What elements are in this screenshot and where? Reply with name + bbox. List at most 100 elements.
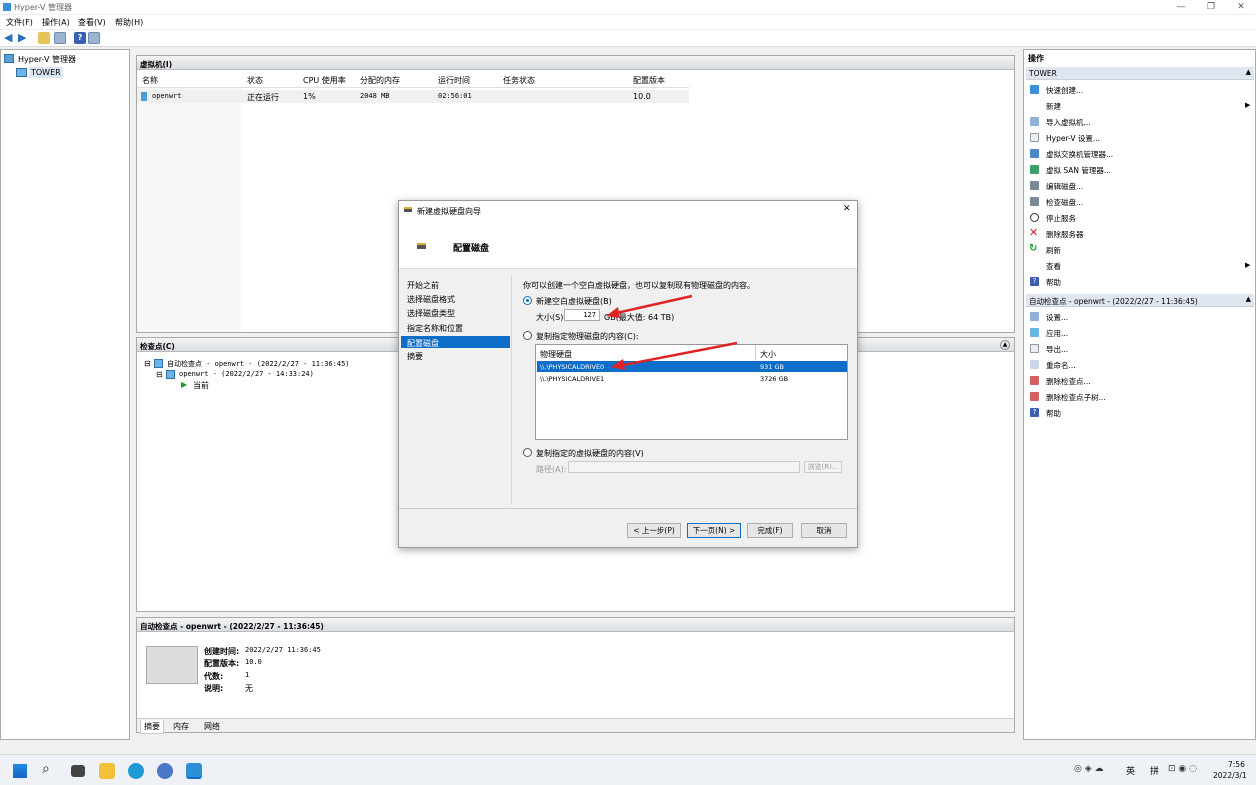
- app-icon: [3, 3, 11, 11]
- table-row[interactable]: \\.\PHYSICALDRIVE0 931 GB: [537, 361, 847, 372]
- action-item[interactable]: Hyper-V 设置...: [1046, 133, 1100, 144]
- task-view-icon[interactable]: [71, 765, 85, 777]
- action-item[interactable]: 停止服务: [1046, 213, 1076, 224]
- collapse-up-icon[interactable]: ▲: [1246, 68, 1251, 76]
- action-item[interactable]: 查看: [1046, 261, 1061, 272]
- action-item[interactable]: 导出...: [1046, 344, 1068, 355]
- col-version[interactable]: 配置版本: [633, 75, 665, 86]
- network-app-icon[interactable]: [157, 763, 173, 779]
- forward-icon[interactable]: ▶: [18, 32, 30, 44]
- checkpoint-expander-icon[interactable]: ⊟: [156, 370, 163, 379]
- action-item[interactable]: 快速创建...: [1046, 85, 1083, 96]
- prev-button[interactable]: < 上一步(P): [627, 523, 681, 538]
- cancel-button[interactable]: 取消: [801, 523, 847, 538]
- tree-root[interactable]: Hyper-V 管理器: [18, 54, 76, 65]
- step-item[interactable]: 指定名称和位置: [407, 323, 463, 334]
- col-memory[interactable]: 分配的内存: [360, 75, 400, 86]
- vm-memory: 2048 MB: [360, 92, 390, 100]
- edge-icon[interactable]: [128, 763, 144, 779]
- clock-date[interactable]: 2022/3/1: [1213, 771, 1247, 780]
- folder-up-icon[interactable]: [38, 32, 50, 44]
- file-explorer-icon[interactable]: [99, 763, 115, 779]
- checkpoint-item[interactable]: 自动检查点 - openwrt - (2022/2/27 - 11:36:45): [167, 359, 350, 369]
- radio-copy-virtual-label[interactable]: 复制指定的虚拟硬盘的内容(V): [536, 448, 644, 459]
- action-item[interactable]: 重命名...: [1046, 360, 1076, 371]
- help-icon[interactable]: ?: [74, 32, 86, 44]
- clock-time[interactable]: 7:56: [1228, 760, 1245, 769]
- action-item[interactable]: 删除服务器: [1046, 229, 1084, 240]
- collapse-icon[interactable]: ▲: [1000, 340, 1010, 350]
- radio-new-blank[interactable]: [523, 296, 532, 305]
- checkpoint-item[interactable]: openwrt - (2022/2/27 - 14:33:24): [179, 370, 314, 378]
- finish-button[interactable]: 完成(F): [747, 523, 793, 538]
- checkpoint-expander-icon[interactable]: ⊟: [144, 359, 151, 368]
- browse-button[interactable]: 浏览(R)...: [804, 461, 842, 473]
- actions-section-tower[interactable]: TOWER ▲: [1026, 67, 1254, 80]
- tray-icons[interactable]: ◎ ◈ ☁: [1074, 764, 1104, 774]
- path-input[interactable]: [568, 461, 800, 473]
- dialog-close-button[interactable]: ✕: [843, 204, 851, 214]
- action-item[interactable]: 检查磁盘...: [1046, 197, 1083, 208]
- action-item[interactable]: 虚拟交换机管理器...: [1046, 149, 1113, 160]
- tab-summary[interactable]: 摘要: [140, 720, 164, 734]
- action-item[interactable]: 刷新: [1046, 245, 1061, 256]
- checkpoint-item-now[interactable]: 当前: [193, 380, 209, 391]
- tab-memory[interactable]: 内存: [173, 721, 189, 732]
- collapse-up-icon[interactable]: ▲: [1246, 295, 1251, 303]
- back-icon[interactable]: ◀: [4, 32, 16, 44]
- radio-new-blank-label[interactable]: 新建空白虚拟硬盘(B): [536, 296, 612, 307]
- tab-network[interactable]: 网络: [204, 721, 220, 732]
- step-item[interactable]: 摘要: [407, 351, 423, 362]
- menu-action[interactable]: 操作(A): [42, 17, 70, 28]
- step-item[interactable]: 开始之前: [407, 280, 439, 291]
- radio-copy-physical[interactable]: [523, 331, 532, 340]
- col-name[interactable]: 名称: [142, 75, 158, 86]
- ime-lang[interactable]: 英: [1126, 764, 1135, 777]
- hyperv-taskbar-icon[interactable]: [186, 763, 202, 779]
- action-item[interactable]: 应用...: [1046, 328, 1068, 339]
- action-item[interactable]: 新建: [1046, 101, 1061, 112]
- col-physical-disk[interactable]: 物理硬盘: [540, 349, 572, 360]
- help-icon: ?: [1030, 408, 1039, 417]
- start-windows-icon[interactable]: [12, 763, 28, 779]
- action-item[interactable]: 删除检查点子树...: [1046, 392, 1106, 403]
- radio-copy-physical-label[interactable]: 复制指定物理磁盘的内容(C):: [536, 331, 639, 342]
- action-pane-icon[interactable]: [88, 32, 100, 44]
- radio-copy-virtual[interactable]: [523, 448, 532, 457]
- tray-status-icons[interactable]: ⊡ ◉ ◌: [1168, 764, 1197, 774]
- col-state[interactable]: 状态: [247, 75, 263, 86]
- vm-cpu: 1%: [303, 92, 316, 101]
- import-vm-icon: [1030, 117, 1039, 126]
- menu-view[interactable]: 查看(V): [78, 17, 106, 28]
- maximize-button[interactable]: ❐: [1196, 0, 1226, 14]
- col-size[interactable]: 大小: [760, 349, 776, 360]
- action-item[interactable]: 帮助: [1046, 277, 1061, 288]
- step-item[interactable]: 选择磁盘类型: [407, 308, 455, 319]
- col-task[interactable]: 任务状态: [503, 75, 535, 86]
- step-item-current[interactable]: 配置磁盘: [401, 336, 510, 348]
- table-row[interactable]: openwrt 正在运行 1% 2048 MB 02:56:01 10.0: [137, 90, 689, 103]
- minimize-button[interactable]: —: [1166, 0, 1196, 14]
- actions-title: 操作: [1028, 54, 1044, 63]
- menu-file[interactable]: 文件(F): [6, 17, 33, 28]
- col-cpu[interactable]: CPU 使用率: [303, 75, 346, 86]
- menu-help[interactable]: 帮助(H): [115, 17, 143, 28]
- action-item[interactable]: 帮助: [1046, 408, 1061, 419]
- action-item[interactable]: 虚拟 SAN 管理器...: [1046, 165, 1111, 176]
- action-item[interactable]: 删除检查点...: [1046, 376, 1091, 387]
- next-button[interactable]: 下一页(N) >: [687, 523, 741, 538]
- close-button[interactable]: ✕: [1226, 0, 1256, 14]
- step-item[interactable]: 选择磁盘格式: [407, 294, 455, 305]
- tree-server-tower[interactable]: TOWER: [29, 67, 63, 78]
- table-row[interactable]: \\.\PHYSICALDRIVE1 3726 GB: [537, 373, 847, 384]
- action-item[interactable]: 设置...: [1046, 312, 1068, 323]
- action-item[interactable]: 导入虚拟机...: [1046, 117, 1091, 128]
- submenu-arrow-icon: ▶: [1245, 261, 1251, 269]
- action-item[interactable]: 编辑磁盘...: [1046, 181, 1083, 192]
- actions-section-checkpoint[interactable]: 自动检查点 - openwrt - (2022/2/27 - 11:36:45)…: [1026, 294, 1254, 307]
- ime-mode[interactable]: 拼: [1150, 764, 1159, 777]
- size-input[interactable]: 127: [564, 309, 600, 321]
- col-uptime[interactable]: 运行时间: [438, 75, 470, 86]
- show-hide-tree-icon[interactable]: [54, 32, 66, 44]
- search-icon[interactable]: ⌕: [42, 761, 50, 777]
